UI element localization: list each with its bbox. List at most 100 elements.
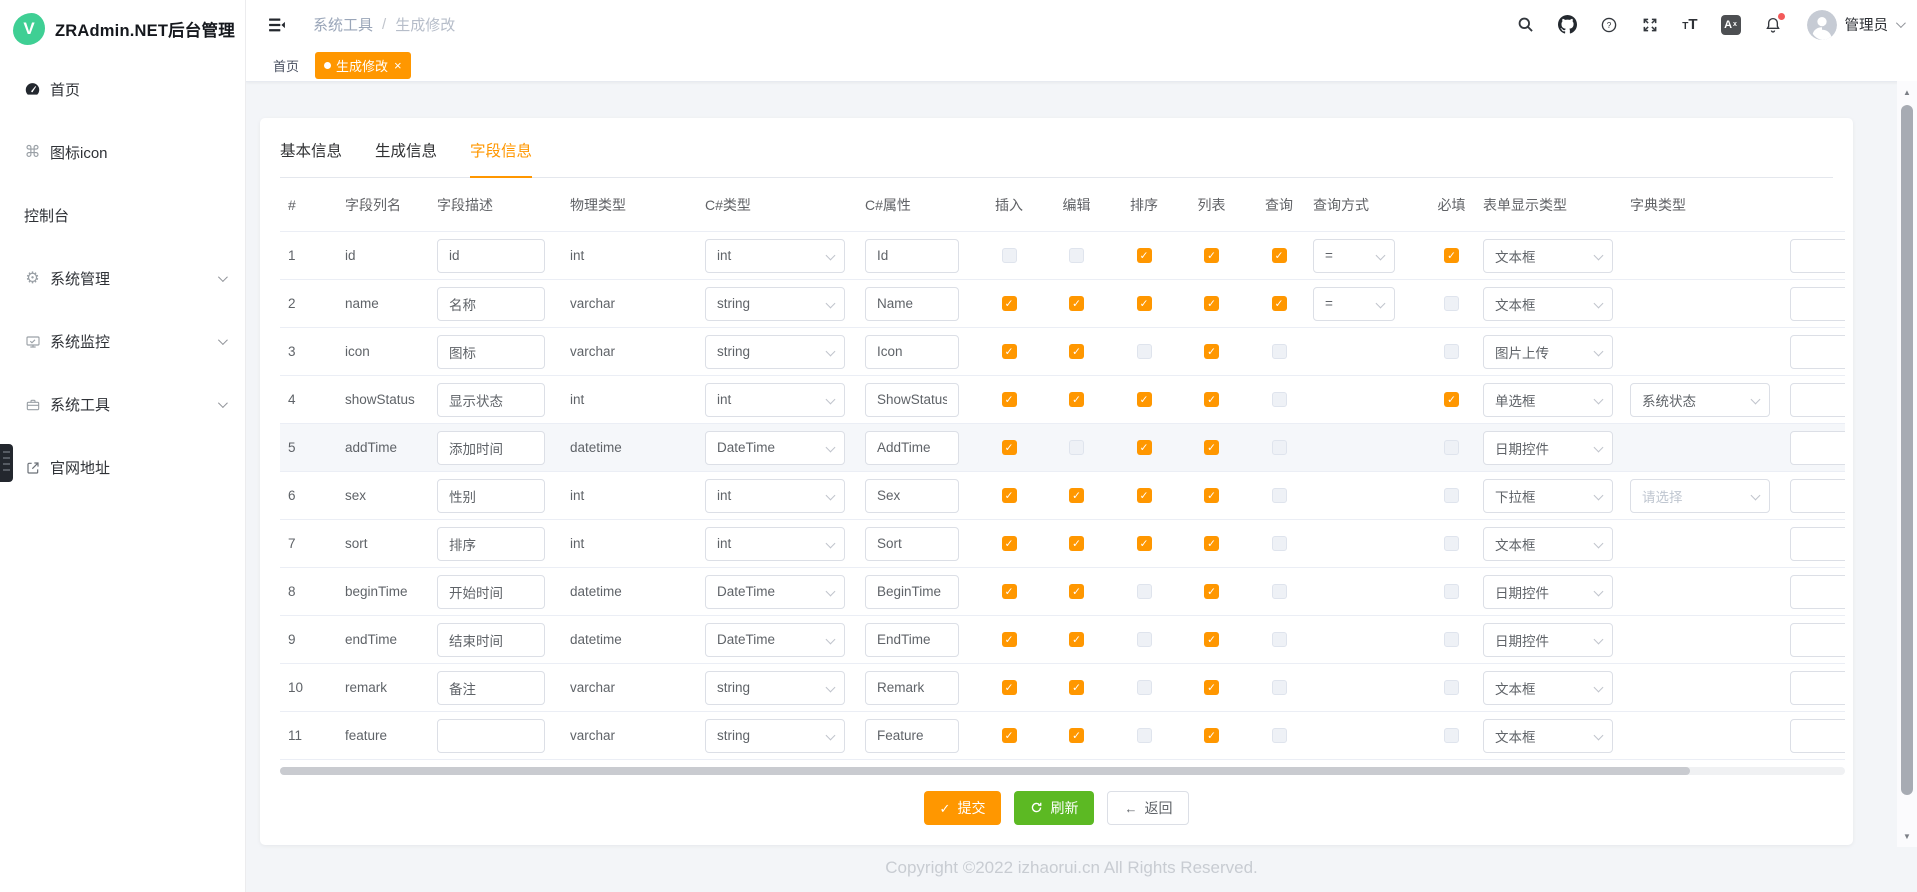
query-checkbox[interactable]: ✓ [1272,296,1287,311]
sidebar-drag-handle[interactable] [0,444,13,482]
cstype-select[interactable]: int [705,527,845,561]
list-checkbox[interactable]: ✓ [1204,248,1219,263]
user-dropdown[interactable]: 管理员 [1807,10,1904,40]
csattr-input[interactable] [865,575,959,609]
query-checkbox[interactable] [1272,632,1287,647]
breadcrumb-item[interactable]: 系统工具 [313,14,373,35]
bell-icon[interactable] [1764,16,1782,34]
cstype-select[interactable]: DateTime [705,431,845,465]
required-checkbox[interactable]: ✓ [1444,392,1459,407]
required-checkbox[interactable] [1444,680,1459,695]
csattr-input[interactable] [865,719,959,753]
sort-checkbox[interactable] [1137,632,1152,647]
desc-input[interactable] [437,527,545,561]
form_type-select[interactable]: 图片上传 [1483,335,1613,369]
dict-select[interactable]: 请选择 [1630,479,1770,513]
desc-input[interactable] [437,575,545,609]
edit-checkbox[interactable]: ✓ [1069,728,1084,743]
edit-checkbox[interactable]: ✓ [1069,488,1084,503]
sort-checkbox[interactable]: ✓ [1137,488,1152,503]
desc-input[interactable] [437,239,545,273]
刷新-button[interactable]: 刷新 [1014,791,1094,825]
extra-input[interactable] [1790,719,1845,753]
返回-button[interactable]: ←返回 [1107,791,1189,825]
insert-checkbox[interactable]: ✓ [1002,440,1017,455]
提交-button[interactable]: ✓提交 [924,791,1002,825]
query-checkbox[interactable] [1272,728,1287,743]
edit-checkbox[interactable] [1069,440,1084,455]
extra-input[interactable] [1790,335,1845,369]
translate-icon[interactable]: Ax [1721,15,1741,35]
query-checkbox[interactable] [1272,680,1287,695]
sort-checkbox[interactable]: ✓ [1137,248,1152,263]
extra-input[interactable] [1790,287,1845,321]
insert-checkbox[interactable]: ✓ [1002,344,1017,359]
insert-checkbox[interactable]: ✓ [1002,536,1017,551]
desc-input[interactable] [437,479,545,513]
vertical-scrollbar-thumb[interactable] [1901,105,1913,795]
required-checkbox[interactable] [1444,728,1459,743]
edit-checkbox[interactable]: ✓ [1069,584,1084,599]
insert-checkbox[interactable]: ✓ [1002,632,1017,647]
tab-基本信息[interactable]: 基本信息 [280,139,342,177]
extra-input[interactable] [1790,239,1845,273]
cstype-select[interactable]: int [705,383,845,417]
required-checkbox[interactable] [1444,536,1459,551]
sort-checkbox[interactable] [1137,584,1152,599]
sort-checkbox[interactable] [1137,344,1152,359]
query_type-select[interactable]: = [1313,239,1395,273]
insert-checkbox[interactable]: ✓ [1002,296,1017,311]
form_type-select[interactable]: 日期控件 [1483,431,1613,465]
required-checkbox[interactable] [1444,584,1459,599]
form_type-select[interactable]: 文本框 [1483,287,1613,321]
list-checkbox[interactable]: ✓ [1204,680,1219,695]
query-checkbox[interactable] [1272,488,1287,503]
help-icon[interactable]: ? [1600,16,1618,34]
edit-checkbox[interactable]: ✓ [1069,680,1084,695]
csattr-input[interactable] [865,671,959,705]
sidebar-item-系统监控[interactable]: 系统监控 [0,310,245,373]
csattr-input[interactable] [865,527,959,561]
search-icon[interactable] [1516,15,1535,34]
list-checkbox[interactable]: ✓ [1204,296,1219,311]
insert-checkbox[interactable]: ✓ [1002,392,1017,407]
edit-checkbox[interactable]: ✓ [1069,632,1084,647]
cstype-select[interactable]: int [705,479,845,513]
required-checkbox[interactable] [1444,440,1459,455]
tag-首页[interactable]: 首页 [273,56,299,75]
sort-checkbox[interactable]: ✓ [1137,536,1152,551]
extra-input[interactable] [1790,431,1845,465]
query-checkbox[interactable] [1272,344,1287,359]
csattr-input[interactable] [865,287,959,321]
query-checkbox[interactable] [1272,536,1287,551]
tag-生成修改[interactable]: 生成修改× [315,52,411,79]
query_type-select[interactable]: = [1313,287,1395,321]
sidebar-collapse-icon[interactable] [267,15,287,35]
horizontal-scrollbar-thumb[interactable] [280,767,1690,775]
edit-checkbox[interactable]: ✓ [1069,344,1084,359]
github-icon[interactable] [1558,15,1577,34]
insert-checkbox[interactable]: ✓ [1002,680,1017,695]
sidebar-item-图标icon[interactable]: ⌘图标icon [0,121,245,184]
query-checkbox[interactable]: ✓ [1272,248,1287,263]
cstype-select[interactable]: string [705,335,845,369]
desc-input[interactable] [437,719,545,753]
desc-input[interactable] [437,623,545,657]
sort-checkbox[interactable]: ✓ [1137,392,1152,407]
csattr-input[interactable] [865,383,959,417]
query-checkbox[interactable] [1272,440,1287,455]
required-checkbox[interactable] [1444,488,1459,503]
dict-select[interactable]: 系统状态 [1630,383,1770,417]
desc-input[interactable] [437,431,545,465]
scroll-up-arrow-icon[interactable]: ▲ [1897,83,1917,101]
list-checkbox[interactable]: ✓ [1204,728,1219,743]
horizontal-scrollbar[interactable] [280,767,1845,775]
list-checkbox[interactable]: ✓ [1204,488,1219,503]
app-logo-row[interactable]: V ZRAdmin.NET后台管理 [0,0,245,58]
sort-checkbox[interactable] [1137,680,1152,695]
insert-checkbox[interactable] [1002,248,1017,263]
insert-checkbox[interactable]: ✓ [1002,584,1017,599]
desc-input[interactable] [437,383,545,417]
tab-字段信息[interactable]: 字段信息 [470,139,532,177]
required-checkbox[interactable] [1444,344,1459,359]
